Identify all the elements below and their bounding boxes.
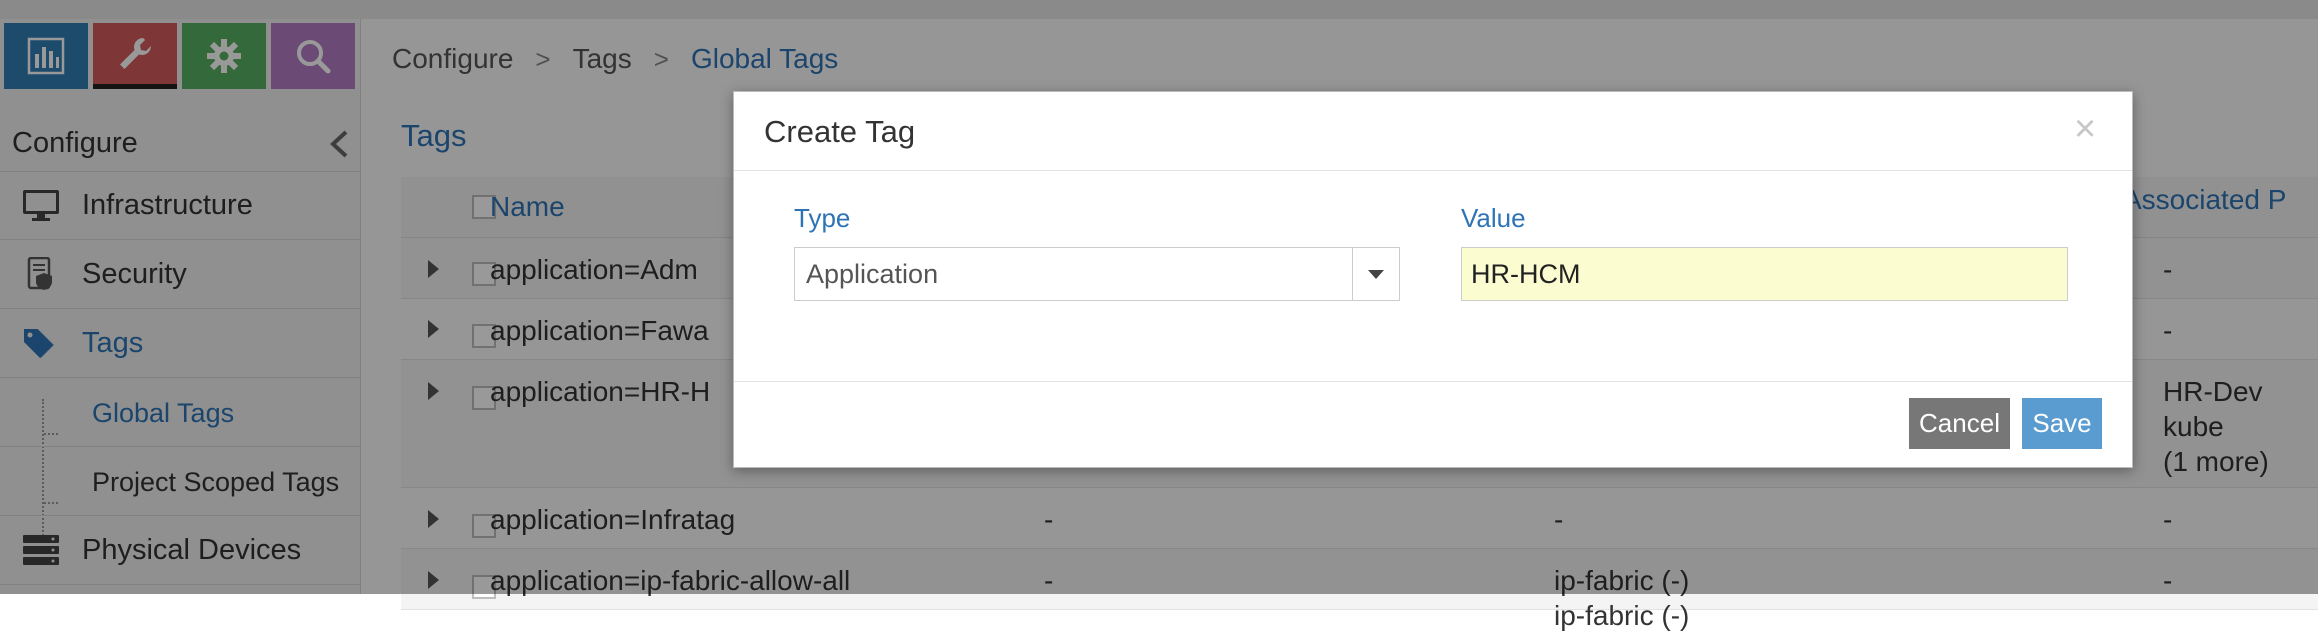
value-input[interactable]	[1461, 247, 2068, 301]
close-icon[interactable]: ×	[2074, 110, 2096, 148]
type-select-value: Application	[806, 259, 939, 289]
caret-down-icon	[1368, 270, 1384, 279]
type-select[interactable]: Application	[794, 247, 1400, 301]
dialog-title: Create Tag	[764, 114, 916, 149]
dialog-header: Create Tag ×	[734, 92, 2132, 171]
create-tag-dialog: Create Tag × Type Application Value Canc…	[733, 91, 2133, 468]
cancel-button[interactable]: Cancel	[1909, 398, 2010, 449]
value-label: Value	[1461, 203, 1526, 233]
save-button[interactable]: Save	[2022, 398, 2102, 449]
dialog-footer-divider	[734, 381, 2132, 382]
dropdown-toggle[interactable]	[1352, 248, 1399, 300]
cell-col3-line: ip-fabric (-)	[1554, 600, 1690, 631]
type-label: Type	[794, 203, 851, 233]
